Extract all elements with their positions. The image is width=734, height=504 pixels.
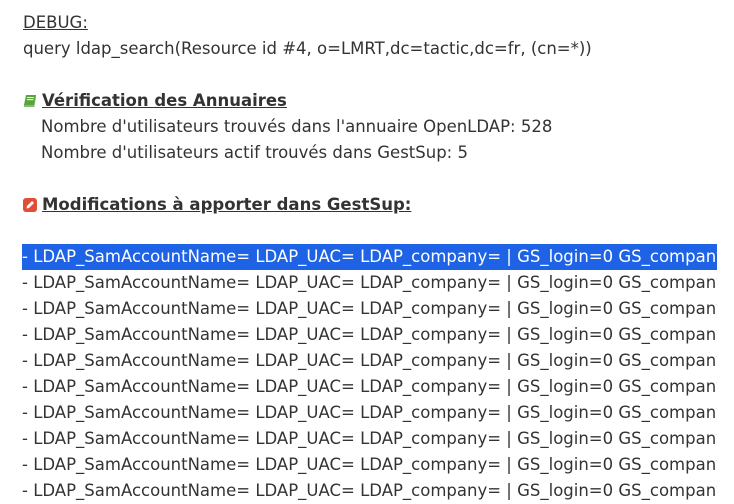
ldap-user-count: Nombre d'utilisateurs trouvés dans l'ann… [41, 117, 553, 136]
modifications-section-title: Modifications à apporter dans GestSup: [23, 192, 411, 218]
list-item[interactable]: - LDAP_SamAccountName= LDAP_UAC= LDAP_co… [22, 452, 717, 478]
list-item[interactable]: - LDAP_SamAccountName= LDAP_UAC= LDAP_co… [22, 348, 717, 374]
modifications-list[interactable]: - LDAP_SamAccountName= LDAP_UAC= LDAP_co… [22, 244, 734, 504]
verification-section-title: Vérification des Annuaires [23, 88, 287, 114]
list-item[interactable]: - LDAP_SamAccountName= LDAP_UAC= LDAP_co… [22, 244, 717, 270]
list-item[interactable]: - LDAP_SamAccountName= LDAP_UAC= LDAP_co… [22, 400, 717, 426]
list-item[interactable]: - LDAP_SamAccountName= LDAP_UAC= LDAP_co… [22, 426, 717, 452]
debug-query: query ldap_search(Resource id #4, o=LMRT… [23, 39, 592, 58]
list-item[interactable]: - LDAP_SamAccountName= LDAP_UAC= LDAP_co… [22, 478, 717, 504]
debug-label: DEBUG: [23, 13, 88, 32]
list-item[interactable]: - LDAP_SamAccountName= LDAP_UAC= LDAP_co… [22, 322, 717, 348]
list-item[interactable]: - LDAP_SamAccountName= LDAP_UAC= LDAP_co… [22, 270, 717, 296]
verification-title: Vérification des Annuaires [42, 91, 287, 110]
list-item[interactable]: - LDAP_SamAccountName= LDAP_UAC= LDAP_co… [22, 374, 717, 400]
edit-icon [23, 198, 37, 212]
gestsup-active-count: Nombre d'utilisateurs actif trouvés dans… [41, 143, 468, 162]
list-item[interactable]: - LDAP_SamAccountName= LDAP_UAC= LDAP_co… [22, 296, 717, 322]
modifications-title: Modifications à apporter dans GestSup: [42, 195, 412, 214]
book-icon [24, 95, 36, 107]
